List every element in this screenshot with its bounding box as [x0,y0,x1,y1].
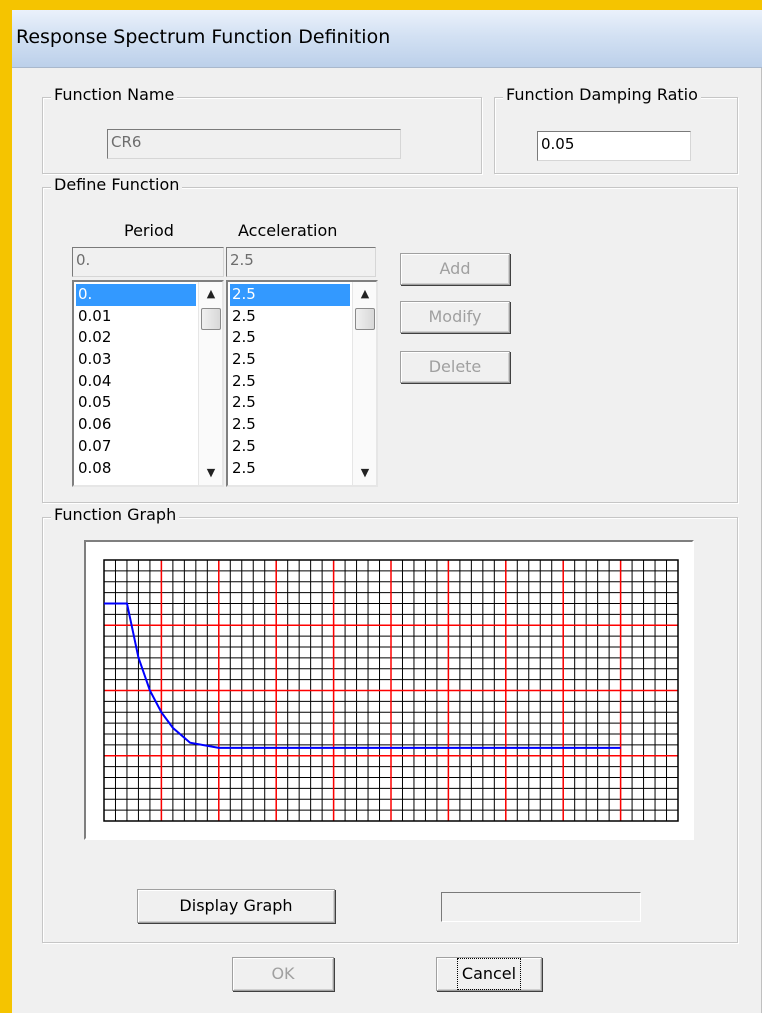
define-function-label: Define Function [51,175,183,194]
cancel-button[interactable]: Cancel [436,957,542,991]
window-title: Response Spectrum Function Definition [16,26,391,48]
scroll-down-arrow-icon[interactable]: ▼ [353,461,376,485]
graph-status-box [441,892,641,922]
damping-ratio-field[interactable]: 0.05 [537,131,691,161]
acceleration-list-item[interactable]: 2.5 [230,306,350,328]
period-list-item[interactable]: 0.02 [76,327,196,349]
acceleration-list-item[interactable]: 2.5 [230,436,350,458]
acceleration-list-item[interactable]: 2.5 [230,458,350,480]
scroll-down-arrow-icon[interactable]: ▼ [199,461,222,485]
period-scrollbar[interactable]: ▲ ▼ [198,282,222,485]
acceleration-scrollbar[interactable]: ▲ ▼ [352,282,376,485]
period-input[interactable]: 0. [72,247,224,277]
display-graph-button[interactable]: Display Graph [137,889,335,923]
acceleration-list-item[interactable]: 2.5 [230,349,350,371]
acceleration-list-item[interactable]: 2.5 [230,371,350,393]
period-items: 0. 0.01 0.02 0.03 0.04 0.05 0.06 0.07 0.08 [76,284,196,479]
acceleration-list[interactable]: 2.5 2.5 2.5 2.5 2.5 2.5 2.5 2.5 2.5 ▲ ▼ [226,280,378,487]
title-bar[interactable]: Response Spectrum Function Definition [12,10,762,68]
scroll-up-arrow-icon[interactable]: ▲ [199,282,222,306]
period-list-item[interactable]: 0.08 [76,458,196,480]
period-header: Period [124,221,174,240]
add-button[interactable]: Add [400,253,510,285]
scroll-thumb[interactable] [201,308,221,330]
period-list-item[interactable]: 0.03 [76,349,196,371]
acceleration-list-item[interactable]: 2.5 [230,414,350,436]
function-graph-group: Function Graph Display Graph [42,505,738,943]
function-graph-label: Function Graph [51,505,180,524]
function-name-group: Function Name CR6 [42,85,482,174]
damping-ratio-label: Function Damping Ratio [503,85,701,104]
damping-ratio-group: Function Damping Ratio 0.05 [494,85,738,174]
acceleration-list-item[interactable]: 2.5 [230,327,350,349]
period-list-item[interactable]: 0.01 [76,306,196,328]
acceleration-items: 2.5 2.5 2.5 2.5 2.5 2.5 2.5 2.5 2.5 [230,284,350,479]
scroll-up-arrow-icon[interactable]: ▲ [353,282,376,306]
acceleration-list-item[interactable]: 2.5 [230,284,350,306]
function-name-label: Function Name [51,85,178,104]
scroll-thumb[interactable] [355,308,375,330]
period-list-item[interactable]: 0.06 [76,414,196,436]
period-list-item[interactable]: 0.05 [76,392,196,414]
function-chart [103,559,679,822]
dialog-window: Response Spectrum Function Definition Fu… [12,10,762,1013]
window-frame: Response Spectrum Function Definition Fu… [0,0,762,1013]
modify-button[interactable]: Modify [400,301,510,333]
acceleration-list-item[interactable]: 2.5 [230,392,350,414]
acceleration-input[interactable]: 2.5 [226,247,376,277]
function-name-field[interactable]: CR6 [107,129,401,159]
acceleration-header: Acceleration [238,221,338,240]
period-list-item[interactable]: 0. [76,284,196,306]
ok-button[interactable]: OK [232,957,334,991]
define-function-group: Define Function Period Acceleration 0. 2… [42,175,738,503]
period-list[interactable]: 0. 0.01 0.02 0.03 0.04 0.05 0.06 0.07 0.08 ▲ ▼ [72,280,224,487]
period-list-item[interactable]: 0.07 [76,436,196,458]
delete-button[interactable]: Delete [400,351,510,383]
graph-area [84,540,694,840]
period-list-item[interactable]: 0.04 [76,371,196,393]
